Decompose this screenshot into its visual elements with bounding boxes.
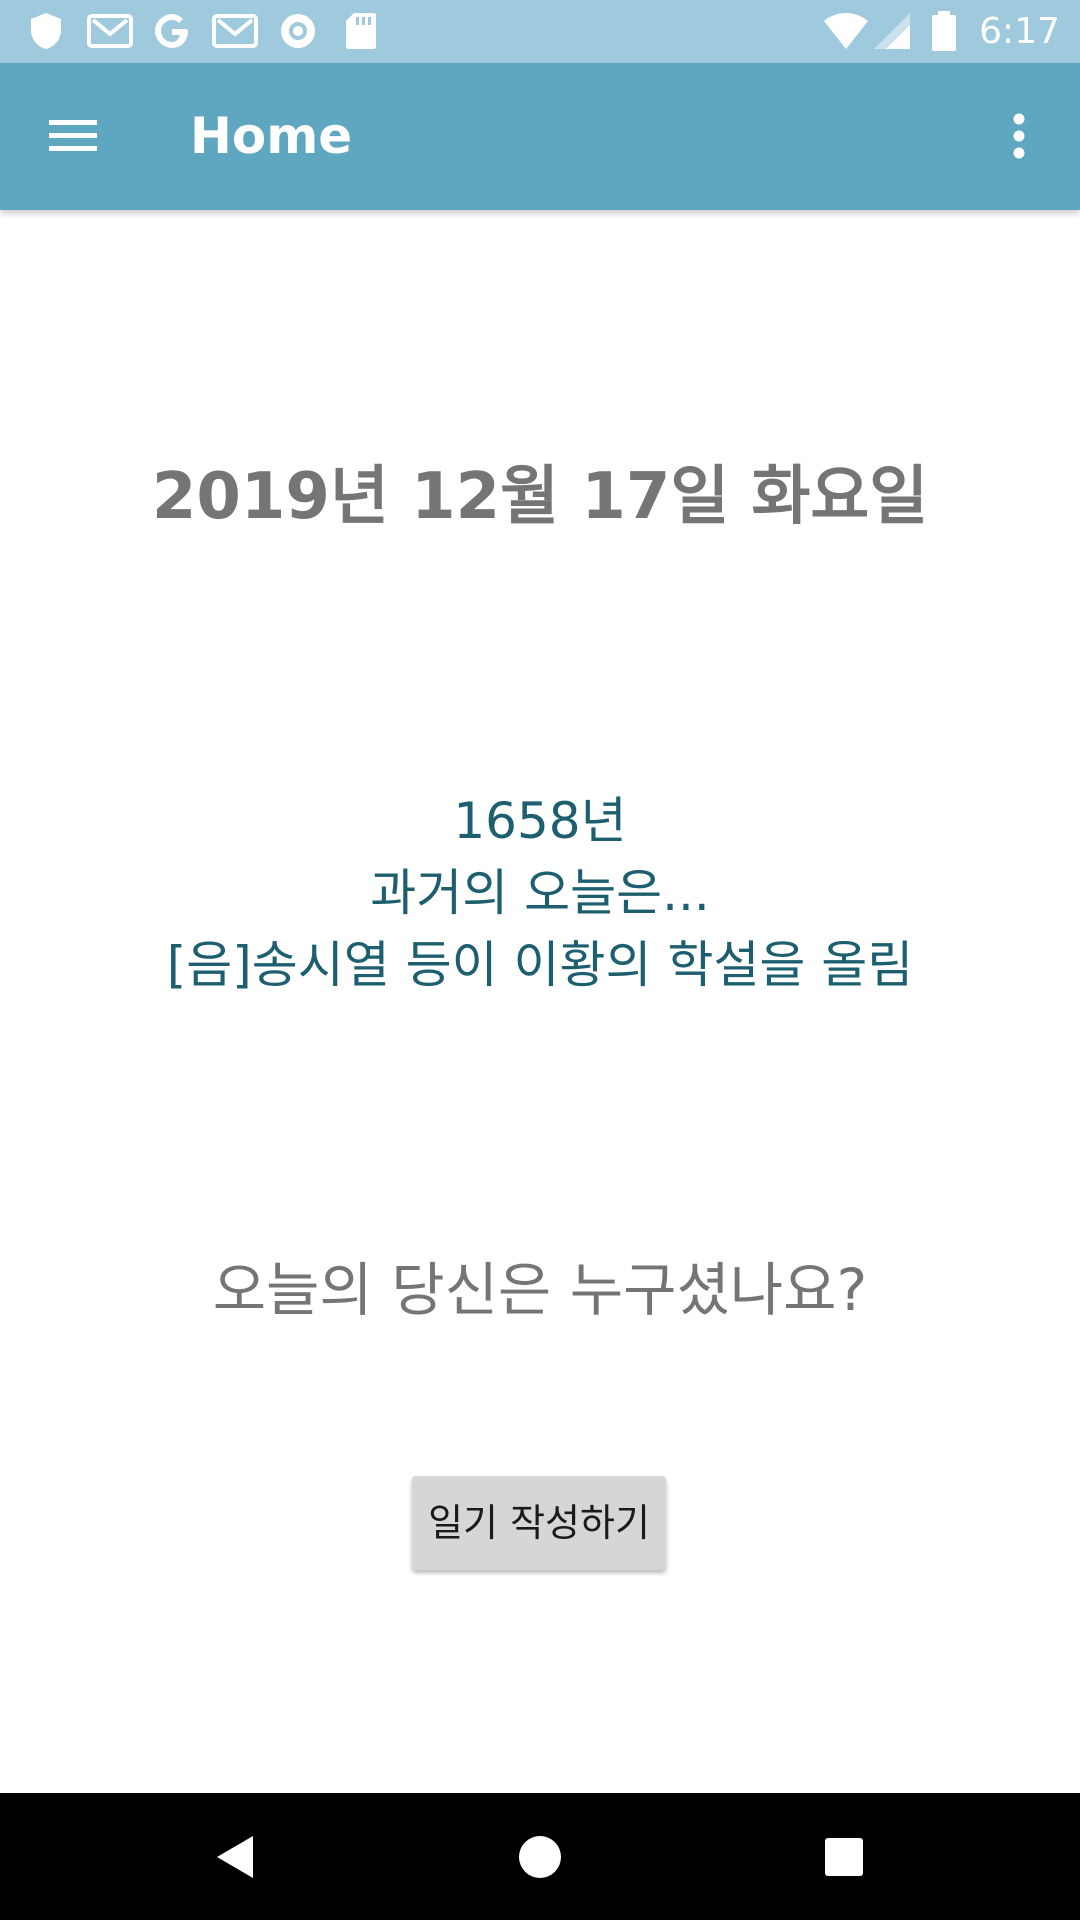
app-screen: 6:17 Home 2019년 12월 17일 화요일 1658년 과거의 오늘… (0, 0, 1080, 1920)
app-bar: Home (0, 63, 1080, 210)
home-button[interactable] (500, 1817, 580, 1897)
recents-button[interactable] (804, 1817, 884, 1897)
history-year: 1658년 (453, 792, 627, 850)
recents-icon (825, 1838, 863, 1876)
overflow-menu-button[interactable] (976, 93, 1062, 179)
navigation-menu-button[interactable] (30, 93, 116, 179)
back-button[interactable] (195, 1817, 275, 1897)
diary-question: 오늘의 당신은 누구셨나요? (212, 1256, 868, 1324)
shield-icon (28, 10, 64, 52)
gmail-icon (87, 10, 133, 52)
history-event: [음]송시열 등이 이황의 학설을 올림 (166, 936, 914, 994)
history-today: 1658년 과거의 오늘은... [음]송시열 등이 이황의 학설을 올림 (0, 785, 1080, 1001)
system-navigation-bar (0, 1793, 1080, 1920)
app-bar-title: Home (190, 107, 353, 165)
today-date: 2019년 12월 17일 화요일 (151, 460, 929, 534)
signal-icon (872, 10, 912, 52)
sd-card-icon (344, 10, 378, 52)
wifi-icon (822, 10, 870, 52)
back-icon (217, 1836, 253, 1878)
history-intro: 과거의 오늘은... (370, 864, 710, 922)
hamburger-menu-icon (49, 120, 97, 151)
write-diary-button[interactable]: 일기 작성하기 (412, 1476, 666, 1570)
gmail-icon (212, 10, 258, 52)
battery-icon (930, 10, 958, 52)
more-vert-icon (1013, 113, 1025, 159)
record-icon (278, 10, 318, 52)
status-time: 6:17 (979, 11, 1060, 52)
status-bar: 6:17 (0, 0, 1080, 63)
google-icon (152, 10, 192, 52)
home-icon (519, 1836, 561, 1878)
